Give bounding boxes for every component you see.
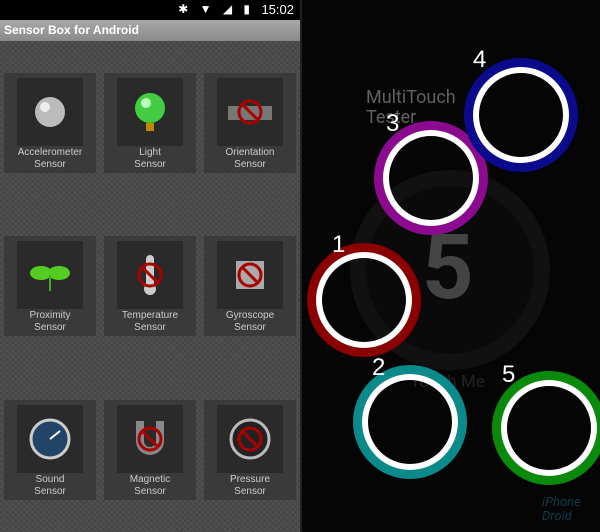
sensor-suffix: Sensor (34, 486, 66, 497)
touch-point-inner-ring (362, 374, 458, 470)
status-bar: ✱ ▼ ◢ ▮ 15:02 (0, 0, 300, 20)
sensor-tile-gyroscope[interactable]: Gyroscope Sensor (204, 236, 296, 336)
sensor-name: Accelerometer (17, 147, 83, 158)
sensor-label: Orientation Sensor (204, 147, 296, 171)
sensor-tile-proximity[interactable]: Proximity Sensor (4, 236, 96, 336)
sensor-name: Light (139, 147, 161, 158)
sensor-tile-magnetic[interactable]: Magnetic Sensor (104, 400, 196, 500)
sensor-suffix: Sensor (234, 486, 266, 497)
sensor-name: Magnetic (129, 474, 171, 485)
app-title: Sensor Box for Android (0, 20, 300, 41)
sensor-tile-temperature[interactable]: Temperature Sensor (104, 236, 196, 336)
sensor-name: Pressure (229, 474, 270, 485)
level-icon (217, 78, 283, 146)
thermometer-icon (117, 241, 183, 309)
sensor-tile-accelerometer[interactable]: Accelerometer Sensor (4, 73, 96, 173)
multitouch-tester-app[interactable]: MultiTouch Tester 5 Touch Me iPhone Droi… (300, 0, 600, 532)
touch-point-label: 5 (502, 361, 516, 388)
sensor-suffix: Sensor (134, 486, 166, 497)
sprout-icon (17, 241, 83, 309)
touch-point-label: 3 (386, 110, 400, 137)
sensor-suffix: Sensor (134, 322, 166, 333)
sensor-label: Light Sensor (104, 147, 196, 171)
touch-point-label: 2 (372, 354, 386, 381)
sensor-suffix: Sensor (234, 322, 266, 333)
sensor-name: Sound (35, 474, 65, 485)
ball-icon (17, 78, 83, 146)
sensor-label: Pressure Sensor (204, 474, 296, 498)
sensor-name: Temperature (121, 310, 179, 321)
magnet-icon (117, 405, 183, 473)
sensor-label: Gyroscope Sensor (204, 310, 296, 334)
sensor-label: Sound Sensor (4, 474, 96, 498)
sensor-suffix: Sensor (234, 159, 266, 170)
sensor-name: Proximity (29, 310, 71, 321)
sensor-label: Accelerometer Sensor (4, 147, 96, 171)
touch-point-inner-ring (501, 380, 597, 476)
touch-point-label: 4 (473, 46, 487, 73)
touch-point-inner-ring (316, 252, 412, 348)
barometer-icon (217, 405, 283, 473)
sensor-tile-light[interactable]: Light Sensor (104, 73, 196, 173)
sensor-name: Gyroscope (225, 310, 275, 321)
sensor-suffix: Sensor (34, 322, 66, 333)
touch-point-inner-ring (473, 67, 569, 163)
green-orb-icon (117, 78, 183, 146)
touch-point-ring (353, 365, 467, 479)
sensor-label: Magnetic Sensor (104, 474, 196, 498)
status-icons: ✱ ▼ ◢ ▮ (178, 2, 254, 16)
clock: 15:02 (261, 2, 294, 17)
sensor-name: Orientation (225, 147, 275, 158)
sensor-suffix: Sensor (134, 159, 166, 170)
touch-point-label: 1 (332, 231, 346, 258)
sensor-label: Temperature Sensor (104, 310, 196, 334)
touch-point-ring (464, 58, 578, 172)
sensor-tile-pressure[interactable]: Pressure Sensor (204, 400, 296, 500)
sensor-suffix: Sensor (34, 159, 66, 170)
touch-point-inner-ring (383, 130, 479, 226)
sensor-box-app: ✱ ▼ ◢ ▮ 15:02 Sensor Box for Android Acc… (0, 0, 300, 532)
gauge-icon (17, 405, 83, 473)
touch-point-ring (307, 243, 421, 357)
sensor-label: Proximity Sensor (4, 310, 96, 334)
cube-icon (217, 241, 283, 309)
sensor-tile-orientation[interactable]: Orientation Sensor (204, 73, 296, 173)
watermark: iPhone Droid (542, 495, 581, 524)
sensor-tile-sound[interactable]: Sound Sensor (4, 400, 96, 500)
